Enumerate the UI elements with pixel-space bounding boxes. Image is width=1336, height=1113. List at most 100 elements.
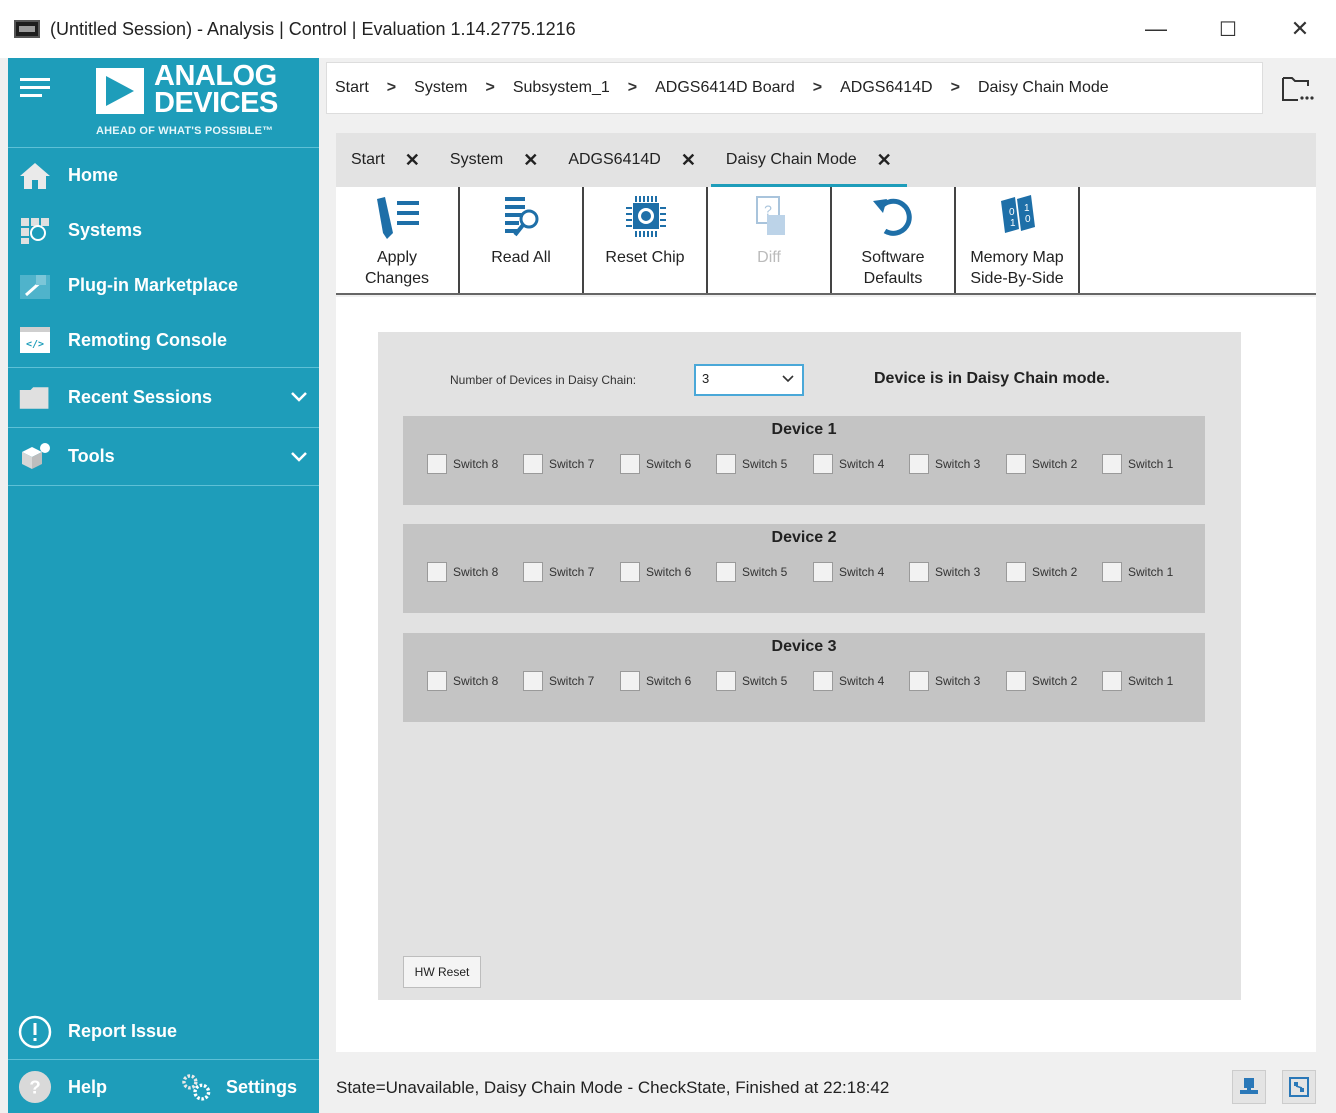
- svg-text:0: 0: [1009, 207, 1015, 218]
- sidebar-item-remoting-console[interactable]: </> Remoting Console: [8, 313, 319, 368]
- sidebar-item-label: Tools: [68, 446, 115, 466]
- chevron-right-icon: >: [627, 79, 638, 96]
- settings-label: Settings: [226, 1076, 298, 1097]
- tab-daisy-chain-mode[interactable]: Daisy Chain Mode ✕: [710, 133, 907, 187]
- switch-checkbox[interactable]: Switch 1: [1102, 454, 1173, 474]
- memory-map-icon: 0110: [1001, 195, 1035, 233]
- tab-system[interactable]: System ✕: [435, 133, 553, 187]
- switch-checkbox[interactable]: Switch 1: [1102, 562, 1173, 582]
- tab-start[interactable]: Start ✕: [336, 133, 435, 187]
- switch-checkbox[interactable]: Switch 6: [620, 671, 691, 691]
- switch-checkbox[interactable]: Switch 4: [813, 454, 884, 474]
- sidebar-item-label: Home: [68, 165, 119, 185]
- chevron-down-icon[interactable]: [291, 386, 307, 407]
- switch-label: Switch 7: [549, 565, 595, 579]
- minimize-button[interactable]: —: [1120, 0, 1192, 58]
- close-tab-icon[interactable]: ✕: [405, 150, 420, 171]
- switch-label: Switch 5: [742, 565, 788, 579]
- tab-label: ADGS6414D: [568, 151, 661, 168]
- sidebar-item-tools[interactable]: Tools: [8, 428, 319, 486]
- close-button[interactable]: ✕: [1264, 0, 1336, 58]
- device-panel: Device 2 Switch 8 Switch 7 Switch 6 Swit…: [403, 524, 1205, 613]
- switch-checkbox[interactable]: Switch 7: [523, 562, 594, 582]
- sidebar-item-recent-sessions[interactable]: Recent Sessions: [8, 368, 319, 428]
- sidebar-item-label: Systems: [68, 220, 143, 240]
- maximize-button[interactable]: ☐: [1192, 0, 1264, 58]
- breadcrumb-item[interactable]: System: [414, 79, 467, 97]
- help-icon: ?: [18, 1070, 52, 1104]
- hamburger-menu-icon[interactable]: [20, 78, 54, 106]
- sidebar-item-label: Remoting Console: [68, 329, 228, 350]
- open-folder-icon[interactable]: [1280, 74, 1314, 104]
- chevron-right-icon: >: [386, 79, 397, 96]
- switch-checkbox[interactable]: Switch 3: [909, 454, 980, 474]
- tab-label: Daisy Chain Mode: [725, 151, 857, 168]
- reset-chip-button[interactable]: Reset Chip: [584, 187, 708, 293]
- memory-map-side-by-side-button[interactable]: 0110 Memory Map Side-By-Side: [956, 187, 1080, 293]
- num-devices-select[interactable]: 3: [694, 364, 804, 396]
- settings-button[interactable]: Settings: [168, 1062, 318, 1112]
- device-title: Device 3: [771, 638, 837, 655]
- switch-checkbox[interactable]: Switch 1: [1102, 671, 1173, 691]
- tab-adgs6414d[interactable]: ADGS6414D ✕: [553, 133, 711, 187]
- switch-label: Switch 8: [453, 565, 499, 579]
- switch-checkbox[interactable]: Switch 2: [1006, 562, 1077, 582]
- switch-checkbox[interactable]: Switch 3: [909, 671, 980, 691]
- switch-checkbox[interactable]: Switch 7: [523, 454, 594, 474]
- switch-checkbox[interactable]: Switch 8: [427, 562, 498, 582]
- help-button[interactable]: ? Help: [8, 1062, 158, 1112]
- read-all-button[interactable]: Read All: [460, 187, 584, 293]
- software-defaults-label-line2: Defaults: [863, 270, 923, 287]
- chevron-down-icon[interactable]: [291, 446, 307, 467]
- switch-label: Switch 4: [839, 457, 885, 471]
- tab-label: Start: [351, 151, 385, 168]
- num-devices-value: 3: [702, 371, 710, 386]
- gear-icon: [178, 1072, 212, 1102]
- apply-changes-button[interactable]: Apply Changes: [336, 187, 460, 293]
- chevron-right-icon: >: [950, 79, 960, 96]
- close-tab-icon[interactable]: ✕: [877, 150, 892, 171]
- diff-icon: ?: [756, 196, 785, 235]
- sidebar-item-plugin-marketplace[interactable]: Plug-in Marketplace: [8, 258, 319, 313]
- breadcrumb-item[interactable]: ADGS6414D Board: [655, 79, 795, 97]
- svg-text:0: 0: [1025, 214, 1031, 225]
- device-title: Device 2: [771, 529, 837, 546]
- brand-line2: DEVICES: [154, 87, 278, 119]
- memory-map-label-line1: Memory Map: [970, 249, 1064, 266]
- sidebar-item-home[interactable]: Home: [8, 148, 319, 203]
- device-connection-icon[interactable]: [1232, 1070, 1266, 1104]
- switch-checkbox[interactable]: Switch 8: [427, 671, 498, 691]
- switch-checkbox[interactable]: Switch 3: [909, 562, 980, 582]
- close-tab-icon[interactable]: ✕: [523, 150, 538, 171]
- network-view-icon[interactable]: [1282, 1070, 1316, 1104]
- breadcrumb-item[interactable]: Start: [335, 79, 369, 97]
- switch-checkbox[interactable]: Switch 8: [427, 454, 498, 474]
- switch-checkbox[interactable]: Switch 5: [716, 454, 787, 474]
- diff-button[interactable]: ? Diff: [708, 187, 832, 293]
- help-label: Help: [68, 1076, 108, 1097]
- switch-checkbox[interactable]: Switch 6: [620, 454, 691, 474]
- switch-label: Switch 8: [453, 674, 499, 688]
- breadcrumb-item[interactable]: ADGS6414D: [840, 79, 933, 97]
- software-defaults-button[interactable]: Software Defaults: [832, 187, 956, 293]
- breadcrumb-item[interactable]: Subsystem_1: [513, 79, 610, 97]
- home-icon: [18, 161, 52, 191]
- daisy-chain-status: Device is in Daisy Chain mode.: [874, 370, 1110, 387]
- switch-checkbox[interactable]: Switch 5: [716, 671, 787, 691]
- switch-label: Switch 2: [1032, 565, 1078, 579]
- switch-checkbox[interactable]: Switch 7: [523, 671, 594, 691]
- switch-checkbox[interactable]: Switch 6: [620, 562, 691, 582]
- close-tab-icon[interactable]: ✕: [681, 150, 696, 171]
- switch-checkbox[interactable]: Switch 4: [813, 562, 884, 582]
- breadcrumb-item[interactable]: Daisy Chain Mode: [978, 79, 1109, 97]
- diff-label: Diff: [757, 249, 781, 266]
- switch-checkbox[interactable]: Switch 2: [1006, 454, 1077, 474]
- switch-checkbox[interactable]: Switch 2: [1006, 671, 1077, 691]
- report-issue-button[interactable]: Report Issue: [8, 1004, 319, 1060]
- hw-reset-button[interactable]: HW Reset: [403, 956, 481, 988]
- read-all-label: Read All: [491, 249, 551, 266]
- switch-checkbox[interactable]: Switch 4: [813, 671, 884, 691]
- sidebar-item-systems[interactable]: Systems: [8, 203, 319, 258]
- switch-label: Switch 1: [1128, 674, 1174, 688]
- switch-checkbox[interactable]: Switch 5: [716, 562, 787, 582]
